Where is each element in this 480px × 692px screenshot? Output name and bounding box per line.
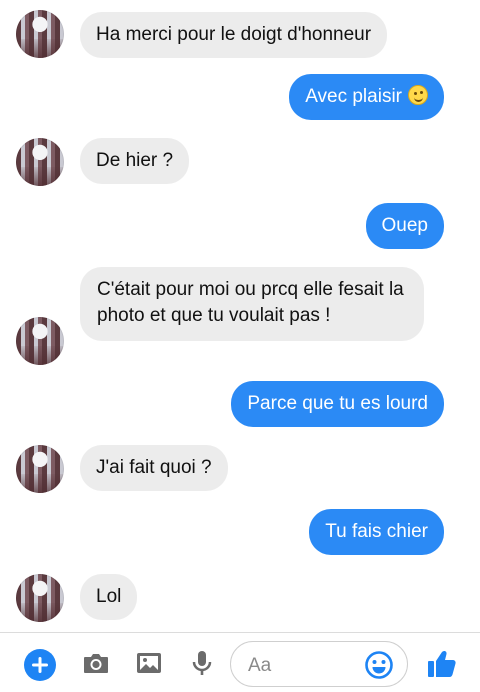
contact-avatar[interactable] [16,445,64,493]
incoming-message[interactable]: C'était pour moi ou prcq elle fesait la … [80,267,424,341]
message-row: Ha merci pour le doigt d'honneur [0,10,480,58]
message-thread: Ha merci pour le doigt d'honneur Avec pl… [0,0,480,632]
microphone-icon[interactable] [186,647,218,679]
incoming-message[interactable]: De hier ? [80,138,190,184]
camera-icon[interactable] [80,647,112,679]
message-text: C'était pour moi ou prcq elle fesait la … [97,279,404,326]
plus-glyph [32,657,48,673]
thumbs-up-icon[interactable] [425,647,459,681]
emoji-icon[interactable] [364,650,394,680]
message-text: Parce que tu es lourd [247,393,428,414]
incoming-message[interactable]: Lol [80,574,138,620]
message-row: Ouep [0,203,480,251]
outgoing-message[interactable]: Tu fais chier [309,509,444,555]
message-row: J'ai fait quoi ? [0,445,480,493]
plus-icon[interactable] [24,649,56,681]
message-composer: Aa [0,632,480,692]
outgoing-message[interactable]: Ouep [365,203,444,249]
incoming-message[interactable]: Ha merci pour le doigt d'honneur [80,12,388,58]
message-input-placeholder: Aa [248,655,272,676]
message-row: C'était pour moi ou prcq elle fesait la … [0,267,480,367]
message-text: Ha merci pour le doigt d'honneur [96,24,372,45]
message-text: Lol [96,586,122,607]
contact-avatar[interactable] [16,574,64,622]
contact-avatar[interactable] [16,10,64,58]
message-text: Avec plaisir [305,86,402,107]
message-text: J'ai fait quoi ? [96,457,212,478]
image-icon[interactable] [133,647,165,679]
message-text: De hier ? [96,150,174,171]
outgoing-message[interactable]: Parce que tu es lourd [231,381,444,427]
contact-avatar[interactable] [16,138,64,186]
message-row: Avec plaisir [0,74,480,122]
message-row: Tu fais chier [0,509,480,557]
message-row: Parce que tu es lourd [0,381,480,429]
message-row: Lol [0,574,480,622]
outgoing-message[interactable]: Avec plaisir [289,74,444,120]
message-row: De hier ? [0,138,480,186]
message-text: Ouep [381,215,428,236]
message-text: Tu fais chier [325,521,428,542]
contact-avatar[interactable] [16,317,64,365]
incoming-message[interactable]: J'ai fait quoi ? [80,445,228,491]
smiley-icon [408,85,428,105]
